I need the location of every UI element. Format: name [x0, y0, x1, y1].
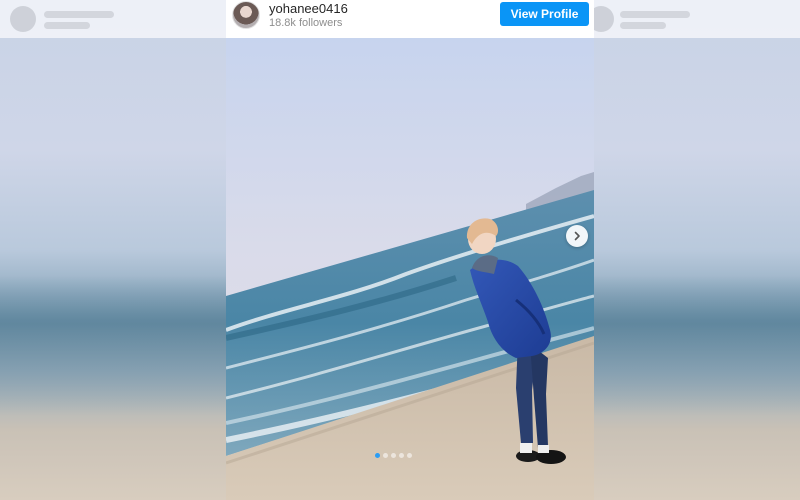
view-profile-button[interactable]: View Profile	[500, 2, 589, 26]
post-header: yohanee0416 18.8k followers View Profile	[226, 0, 594, 38]
post-card: yohanee0416 18.8k followers View Profile	[226, 0, 594, 500]
post-photo[interactable]	[226, 38, 594, 500]
carousel-indicator	[209, 453, 577, 458]
carousel-dot[interactable]	[390, 453, 396, 458]
username[interactable]: yohanee0416	[269, 1, 348, 16]
blurred-backdrop-left	[0, 0, 226, 500]
carousel-dot[interactable]	[398, 453, 404, 458]
follower-count: 18.8k followers	[269, 17, 343, 29]
carousel-dot[interactable]	[382, 453, 388, 458]
carousel-dot[interactable]	[374, 453, 380, 458]
avatar[interactable]	[232, 1, 260, 29]
chevron-right-icon	[574, 231, 580, 241]
viewer: yohanee0416 18.8k followers View Profile	[0, 0, 800, 500]
blurred-backdrop-right	[588, 0, 800, 500]
carousel-next-button[interactable]	[566, 225, 588, 247]
beach-photo-image	[226, 38, 594, 500]
carousel-dot[interactable]	[406, 453, 412, 458]
